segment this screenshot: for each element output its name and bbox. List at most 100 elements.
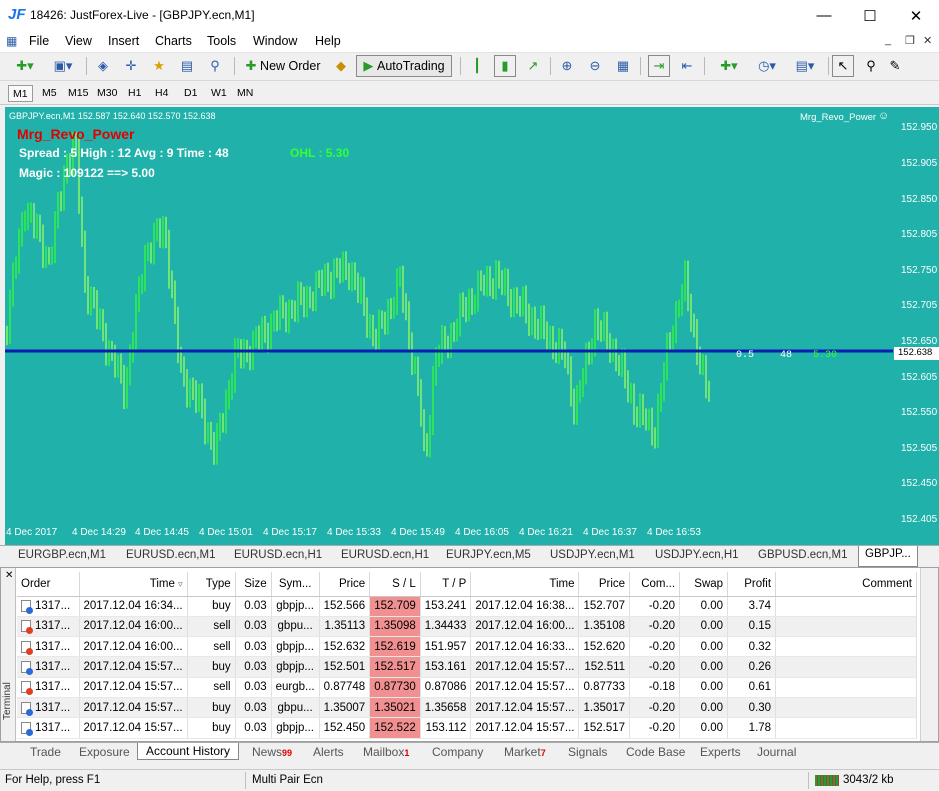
tab-experts[interactable]: Experts (700, 745, 741, 759)
mdi-close-button[interactable]: ✕ (923, 34, 932, 47)
market-watch-icon[interactable]: ◈ (92, 55, 114, 77)
timeframe-mn[interactable]: MN (233, 85, 257, 102)
table-row[interactable]: 1317... 2017.12.04 15:57... buy 0.03 gbpjp..… (17, 717, 917, 739)
col-close-time[interactable]: Time (470, 572, 580, 597)
new-chart-icon[interactable]: ✚▾ (8, 55, 42, 77)
price-scale[interactable]: 152.950 152.905 152.850 152.805 152.750 … (893, 107, 939, 525)
table-cell: -0.20 (629, 717, 681, 739)
new-order-button[interactable]: ✚ New Order (242, 55, 324, 77)
tab-signals[interactable]: Signals (568, 745, 607, 759)
close-button[interactable]: ✕ (893, 0, 939, 31)
table-row[interactable]: 1317... 2017.12.04 16:00... sell 0.03 gbpjp.… (17, 636, 917, 658)
price-chart[interactable]: GBPJPY.ecn,M1 152.587 152.640 152.570 15… (5, 107, 893, 523)
chart-tab[interactable]: USDJPY.ecn,H1 (655, 549, 739, 561)
table-row[interactable]: 1317... 2017.12.04 15:57... buy 0.03 gbpjp..… (17, 656, 917, 678)
search-icon[interactable]: ⚲ (860, 55, 882, 77)
mdi-minimize-button[interactable]: _ (885, 34, 891, 46)
col-sl[interactable]: S / L (369, 572, 421, 597)
meta-editor-icon[interactable]: ◆ (330, 55, 352, 77)
menu-file[interactable]: File (29, 34, 49, 48)
strategy-tester-icon[interactable]: ⚲ (204, 55, 226, 77)
col-commission[interactable]: Com... (629, 572, 681, 597)
minimize-button[interactable]: — (801, 0, 847, 31)
navigator-icon[interactable]: ★ (148, 55, 170, 77)
tile-windows-icon[interactable]: ▦ (612, 55, 634, 77)
table-row[interactable]: 1317... 2017.12.04 15:57... buy 0.03 gbpu...… (17, 697, 917, 719)
order-id: 1317... (35, 701, 71, 714)
tab-mailbox[interactable]: Mailbox1 (363, 745, 409, 759)
timeframe-m5[interactable]: M5 (38, 85, 61, 102)
line-chart-icon[interactable]: ↗ (522, 55, 544, 77)
autotrading-button[interactable]: ▶ AutoTrading (356, 55, 452, 77)
col-tp[interactable]: T / P (420, 572, 472, 597)
table-row[interactable]: 1317... 2017.12.04 16:00... sell 0.03 gbpu..… (17, 616, 917, 638)
col-close-price[interactable]: Price (578, 572, 631, 597)
timeframe-h4[interactable]: H4 (151, 85, 172, 102)
chart-tab[interactable]: EURUSD.ecn,H1 (341, 549, 429, 561)
indicators-icon[interactable]: ✚▾ (712, 55, 746, 77)
col-profit[interactable]: Profit (727, 572, 777, 597)
candlestick-icon[interactable]: ▮ (494, 55, 516, 77)
templates-icon[interactable]: ▤▾ (788, 55, 822, 77)
price-label: 152.850 (901, 194, 938, 205)
zoom-in-icon[interactable]: ⊕ (556, 55, 578, 77)
menu-view[interactable]: View (65, 34, 92, 48)
col-comment[interactable]: Comment (775, 572, 917, 597)
timeframe-d1[interactable]: D1 (180, 85, 201, 102)
col-swap[interactable]: Swap (679, 572, 729, 597)
order-id: 1317... (35, 620, 71, 633)
chart-tab[interactable]: EURUSD.ecn,H1 (234, 549, 322, 561)
col-order[interactable]: Order (17, 572, 80, 597)
maximize-button[interactable]: ☐ (847, 0, 893, 31)
bar-chart-icon[interactable]: ┃ (466, 55, 488, 77)
timeframe-m15[interactable]: M15 (64, 85, 92, 102)
tab-company[interactable]: Company (432, 745, 483, 759)
table-row[interactable]: 1317... 2017.12.04 16:34... buy 0.03 gbpjp..… (17, 596, 917, 617)
col-size[interactable]: Size (235, 572, 272, 597)
close-terminal-icon[interactable]: ✕ (5, 570, 13, 581)
tab-market[interactable]: Market7 (504, 745, 546, 759)
chart-tab[interactable]: EURJPY.ecn,M5 (446, 549, 531, 561)
col-price[interactable]: Price (319, 572, 371, 597)
tab-news[interactable]: News99 (252, 745, 292, 759)
tab-alerts[interactable]: Alerts (313, 745, 344, 759)
periods-icon[interactable]: ◷▾ (750, 55, 784, 77)
tab-exposure[interactable]: Exposure (79, 745, 130, 759)
chart-window-icon[interactable]: ▦ (6, 34, 17, 48)
vertical-scrollbar[interactable] (920, 568, 938, 741)
cursor-icon[interactable]: ↖ (832, 55, 854, 77)
table-body: 1317... 2017.12.04 16:34... buy 0.03 gbpjp..… (17, 596, 917, 739)
menu-window[interactable]: Window (253, 34, 297, 48)
autoscroll-icon[interactable]: ⇥ (648, 55, 670, 77)
tab-account-history[interactable]: Account History (137, 743, 240, 760)
chart-shift-icon[interactable]: ⇤ (676, 55, 698, 77)
menu-charts[interactable]: Charts (155, 34, 192, 48)
terminal-icon[interactable]: ▤ (176, 55, 198, 77)
table-row[interactable]: 1317... 2017.12.04 15:57... sell 0.03 eurgb.… (17, 677, 917, 698)
timeframe-w1[interactable]: W1 (207, 85, 231, 102)
profiles-icon[interactable]: ▣▾ (46, 55, 80, 77)
window-title: 18426: JustForex-Live - [GBPJPY.ecn,M1] (30, 8, 255, 22)
mdi-restore-button[interactable]: ❐ (905, 34, 915, 47)
chart-tab[interactable]: USDJPY.ecn,M1 (550, 549, 635, 561)
menu-tools[interactable]: Tools (207, 34, 236, 48)
menu-help[interactable]: Help (315, 34, 341, 48)
timeframe-m1[interactable]: M1 (8, 85, 33, 102)
zoom-out-icon[interactable]: ⊖ (584, 55, 606, 77)
tab-trade[interactable]: Trade (30, 745, 61, 759)
menu-insert[interactable]: Insert (108, 34, 139, 48)
timeframe-h1[interactable]: H1 (124, 85, 145, 102)
col-type[interactable]: Type (187, 572, 236, 597)
col-symbol[interactable]: Sym... (271, 572, 320, 597)
table-cell: 0.30 (727, 697, 777, 719)
chart-tab[interactable]: GBPUSD.ecn,M1 (758, 549, 847, 561)
data-window-icon[interactable]: ✛ (120, 55, 142, 77)
tab-journal[interactable]: Journal (757, 745, 796, 759)
timeframe-m30[interactable]: M30 (93, 85, 121, 102)
chart-tab-active[interactable]: GBPJP... (858, 546, 918, 567)
chat-icon[interactable]: ✎ (884, 55, 906, 77)
col-time[interactable]: Time ▿ (79, 572, 188, 597)
chart-tab[interactable]: EURGBP.ecn,M1 (18, 549, 106, 561)
chart-tab[interactable]: EURUSD.ecn,M1 (126, 549, 215, 561)
tab-code-base[interactable]: Code Base (626, 745, 685, 759)
